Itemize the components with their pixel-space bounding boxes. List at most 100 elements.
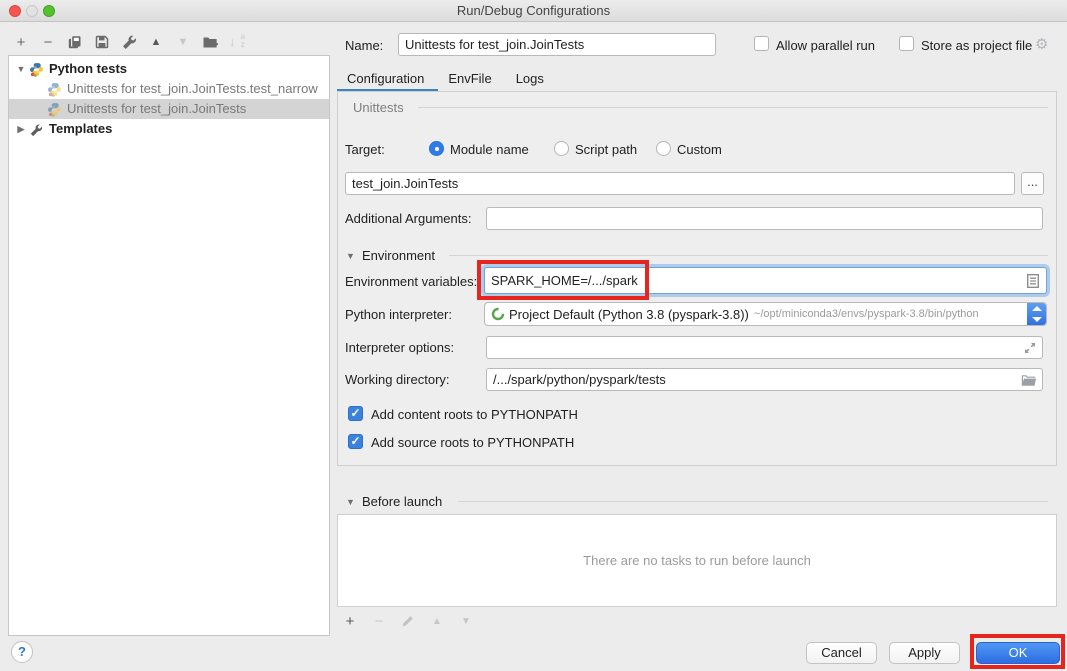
- cancel-button[interactable]: Cancel: [806, 642, 877, 664]
- tab-configuration[interactable]: Configuration: [337, 66, 438, 92]
- templates-wrench-icon: [29, 122, 44, 137]
- interpreter-options-label: Interpreter options:: [345, 340, 454, 355]
- tree-item-label: Unittests for test_join.JoinTests.test_n…: [67, 79, 318, 99]
- group-divider: [449, 255, 1048, 256]
- chevron-down-icon[interactable]: ▼: [15, 59, 27, 79]
- configurations-tree: ▼ Python tests Unittests for test_join.J…: [8, 55, 330, 636]
- group-divider: [458, 501, 1048, 502]
- store-options-gear-icon[interactable]: ⚙: [1035, 35, 1048, 53]
- new-folder-icon: [202, 34, 219, 50]
- move-down-icon: ▼: [461, 616, 471, 627]
- radio-script-path[interactable]: [554, 141, 569, 156]
- move-down-button[interactable]: ▼: [174, 33, 192, 51]
- browse-module-button[interactable]: ...: [1021, 172, 1044, 195]
- radio-custom[interactable]: [656, 141, 671, 156]
- remove-configuration-button[interactable]: −: [39, 33, 57, 51]
- folder-icon[interactable]: [1021, 374, 1036, 386]
- copy-configuration-button[interactable]: [66, 33, 84, 51]
- working-directory-value: /.../spark/python/pyspark/tests: [493, 372, 666, 387]
- working-directory-input[interactable]: /.../spark/python/pyspark/tests: [486, 368, 1043, 391]
- minus-icon: −: [44, 34, 53, 51]
- save-icon: [94, 34, 110, 50]
- target-label: Target:: [345, 142, 385, 157]
- before-launch-task-list[interactable]: There are no tasks to run before launch: [337, 514, 1057, 607]
- store-as-project-file-label: Store as project file: [921, 38, 1032, 53]
- wrench-icon: [121, 34, 137, 50]
- window-title: Run/Debug Configurations: [0, 3, 1067, 18]
- run-debug-configurations-dialog: Run/Debug Configurations + − ▲ ▼ ↓az ▼: [0, 0, 1067, 671]
- tree-item-unittests-jointests[interactable]: Unittests for test_join.JoinTests: [9, 99, 329, 119]
- before-launch-collapse-icon[interactable]: ▼: [346, 497, 355, 507]
- dropdown-stepper-icon[interactable]: [1027, 303, 1046, 325]
- sort-az-icon: ↓az: [228, 33, 246, 51]
- copy-icon: [67, 34, 83, 50]
- pencil-icon: [401, 614, 415, 628]
- module-name-input[interactable]: [345, 172, 1015, 195]
- environment-group-title: Environment: [362, 248, 435, 263]
- minus-icon: −: [375, 613, 384, 630]
- tree-item-python-tests[interactable]: ▼ Python tests: [9, 59, 329, 79]
- task-up-button[interactable]: ▲: [428, 612, 446, 630]
- task-down-button[interactable]: ▼: [457, 612, 475, 630]
- tree-item-label: Python tests: [49, 59, 127, 79]
- edit-variables-icon[interactable]: [1027, 274, 1039, 288]
- tree-item-unittests-test-narrow[interactable]: Unittests for test_join.JoinTests.test_n…: [9, 79, 329, 99]
- group-divider: [418, 107, 1048, 108]
- edit-task-button[interactable]: [399, 612, 417, 630]
- allow-parallel-run-label: Allow parallel run: [776, 38, 875, 53]
- edit-templates-button[interactable]: [120, 33, 138, 51]
- add-content-roots-label: Add content roots to PYTHONPATH: [371, 407, 578, 422]
- plus-icon: +: [346, 613, 355, 630]
- name-input[interactable]: [398, 33, 716, 56]
- python-interpreter-value: Project Default (Python 3.8 (pyspark-3.8…: [509, 307, 749, 322]
- tab-bar: Configuration EnvFile Logs: [337, 66, 558, 92]
- radio-module-name-label: Module name: [450, 142, 529, 157]
- ellipsis-icon: ...: [1027, 174, 1038, 189]
- add-configuration-button[interactable]: +: [12, 33, 30, 51]
- python-interpreter-select[interactable]: Project Default (Python 3.8 (pyspark-3.8…: [484, 302, 1047, 326]
- move-down-icon: ▼: [178, 36, 189, 48]
- help-button[interactable]: ?: [11, 641, 33, 663]
- python-test-icon: [47, 82, 62, 97]
- apply-button[interactable]: Apply: [889, 642, 960, 664]
- create-folder-button[interactable]: [201, 33, 219, 51]
- radio-module-name[interactable]: [429, 141, 444, 156]
- chevron-right-icon[interactable]: ▶: [15, 119, 27, 139]
- tab-envfile[interactable]: EnvFile: [438, 66, 505, 92]
- tree-item-label: Templates: [49, 119, 112, 139]
- environment-variables-label: Environment variables:: [345, 274, 477, 289]
- environment-variables-input[interactable]: SPARK_HOME=/.../spark: [484, 267, 1047, 294]
- radio-script-path-label: Script path: [575, 142, 637, 157]
- help-icon: ?: [18, 644, 26, 659]
- conda-env-icon: [491, 307, 505, 321]
- environment-variables-value: SPARK_HOME=/.../spark: [491, 273, 638, 288]
- environment-collapse-icon[interactable]: ▼: [346, 251, 355, 261]
- add-task-button[interactable]: +: [341, 612, 359, 630]
- additional-arguments-label: Additional Arguments:: [345, 211, 471, 226]
- sort-configurations-button[interactable]: ↓az: [228, 33, 246, 51]
- add-source-roots-label: Add source roots to PYTHONPATH: [371, 435, 574, 450]
- store-as-project-file-checkbox[interactable]: [899, 36, 914, 51]
- working-directory-label: Working directory:: [345, 372, 450, 387]
- allow-parallel-run-checkbox[interactable]: [754, 36, 769, 51]
- tree-item-templates[interactable]: ▶ Templates: [9, 119, 329, 139]
- expand-field-icon[interactable]: [1024, 342, 1036, 354]
- interpreter-options-input[interactable]: [486, 336, 1043, 359]
- before-launch-group-title: Before launch: [362, 494, 442, 509]
- remove-task-button[interactable]: −: [370, 612, 388, 630]
- tab-logs[interactable]: Logs: [506, 66, 558, 92]
- ok-button[interactable]: OK: [976, 642, 1060, 664]
- tree-item-label: Unittests for test_join.JoinTests: [67, 99, 246, 119]
- add-source-roots-checkbox[interactable]: [348, 434, 363, 449]
- python-interpreter-label: Python interpreter:: [345, 307, 452, 322]
- add-content-roots-checkbox[interactable]: [348, 406, 363, 421]
- plus-icon: +: [17, 34, 26, 51]
- name-label: Name:: [345, 38, 383, 53]
- python-tests-icon: [29, 62, 44, 77]
- additional-arguments-input[interactable]: [486, 207, 1043, 230]
- unittests-group-title: Unittests: [353, 100, 404, 115]
- move-up-button[interactable]: ▲: [147, 33, 165, 51]
- title-bar: Run/Debug Configurations: [0, 0, 1067, 22]
- move-up-icon: ▲: [151, 36, 162, 48]
- save-configuration-button[interactable]: [93, 33, 111, 51]
